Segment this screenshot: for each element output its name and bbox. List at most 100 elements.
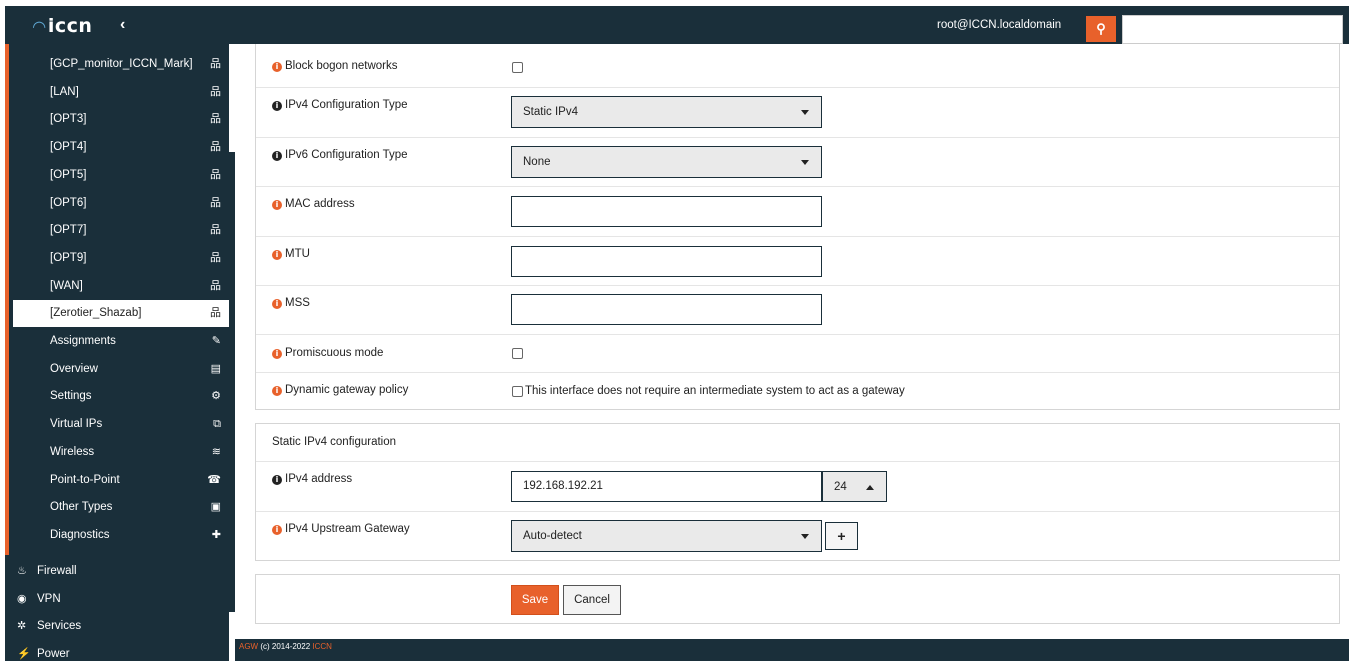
mss-row: i MSS	[256, 285, 1339, 334]
sidebar-item[interactable]: Settings ⚙	[13, 383, 229, 410]
sidebar-item[interactable]: Wireless ≋	[13, 439, 229, 466]
ipv4-address-label: i IPv4 address	[272, 473, 352, 485]
sidebar-item[interactable]: [OPT3] 品	[13, 106, 229, 133]
network-icon: 品	[210, 279, 221, 292]
sidebar-item[interactable]: [LAN] 品	[13, 79, 229, 106]
ipv4-prefix-select[interactable]: 24	[822, 471, 887, 502]
globe-icon: ◉	[17, 592, 27, 605]
general-config-panel: i Block bogon networks i IPv4 Configuratio…	[255, 44, 1340, 410]
sidebar: [GCP_monitor_ICCN_Mark] 品 [LAN] 品 [OPT3] 品 [OP…	[5, 44, 229, 661]
sidebar-item-label: [OPT7]	[50, 224, 87, 237]
info-icon[interactable]: i	[272, 250, 282, 260]
sidebar-item[interactable]: Point-to-Point ☎	[13, 467, 229, 494]
sidebar-item-label: [LAN]	[50, 85, 79, 98]
ipv4-type-select[interactable]: Static IPv4	[511, 96, 822, 128]
caret-down-icon	[801, 160, 809, 165]
caret-down-icon	[801, 534, 809, 539]
chevron-left-icon[interactable]: ‹	[120, 16, 125, 34]
sidebar-item[interactable]: [Zerotier_Shazab] 品	[13, 300, 229, 328]
sidebar-item-label: Settings	[50, 390, 92, 403]
caret-down-icon	[801, 110, 809, 115]
info-icon[interactable]: i	[272, 200, 282, 210]
sidebar-item[interactable]: Assignments ✎	[13, 328, 229, 355]
info-icon[interactable]: i	[272, 151, 282, 161]
ipv4-address-input[interactable]: 192.168.192.21	[511, 471, 822, 502]
static-ipv4-panel: Static IPv4 configuration i IPv4 address …	[255, 423, 1340, 561]
sidebar-item[interactable]: [OPT6] 品	[13, 190, 229, 217]
sidebar-item-label: [OPT5]	[50, 168, 87, 181]
search-icon[interactable]: ⚲	[1086, 16, 1116, 42]
user-menu[interactable]: root@ICCN.localdomain	[937, 19, 1061, 31]
dynamic-gateway-label: i Dynamic gateway policy	[272, 384, 408, 396]
sidebar-item-label: [OPT6]	[50, 196, 87, 209]
sidebar-item[interactable]: Diagnostics ✚	[13, 522, 229, 549]
sidebar-item[interactable]: [OPT4] 品	[13, 134, 229, 161]
sidebar-section-label: VPN	[37, 592, 61, 605]
sidebar-item-label: Wireless	[50, 445, 95, 458]
mss-input[interactable]	[511, 294, 822, 325]
sidebar-section[interactable]: ✲ Services	[5, 613, 229, 640]
sidebar-item[interactable]: Virtual IPs ⧉	[13, 411, 229, 438]
ipv4-gateway-select[interactable]: Auto-detect	[511, 520, 822, 552]
info-icon[interactable]: i	[272, 299, 282, 309]
info-icon[interactable]: i	[272, 101, 282, 111]
sidebar-section[interactable]: ◉ VPN	[5, 586, 229, 613]
sidebar-item-label: Diagnostics	[50, 528, 110, 541]
info-icon[interactable]: i	[272, 525, 282, 535]
block-bogon-checkbox[interactable]	[512, 62, 523, 73]
top-bar: ◠ iccn ‹ root@ICCN.localdomain ⚲	[5, 6, 1349, 44]
footer-brand[interactable]: AGW	[239, 642, 258, 651]
footer: AGW (c) 2014-2022 ICCN	[235, 639, 1349, 661]
sidebar-item-label: Assignments	[50, 335, 116, 347]
sidebar-item[interactable]: [OPT5] 品	[13, 162, 229, 189]
ipv6-type-label: i IPv6 Configuration Type	[272, 149, 408, 161]
mac-input[interactable]	[511, 196, 822, 227]
ipv4-gateway-label: i IPv4 Upstream Gateway	[272, 523, 410, 535]
logo-icon: ◠	[33, 17, 46, 36]
logo[interactable]: ◠ iccn	[33, 15, 92, 37]
sidebar-item-label: Overview	[50, 362, 98, 375]
sidebar-active-section-marker	[5, 44, 9, 555]
info-icon[interactable]: i	[272, 475, 282, 485]
info-icon[interactable]: i	[272, 349, 282, 359]
sidebar-section-label: Firewall	[37, 565, 77, 577]
sidebar-scrollbar-thumb[interactable]	[229, 152, 235, 612]
dynamic-gateway-checkbox-text[interactable]: This interface does not require an inter…	[525, 385, 905, 397]
sidebar-item[interactable]: Overview ▤	[13, 356, 229, 383]
promiscuous-checkbox[interactable]	[512, 348, 523, 359]
dynamic-gateway-row: i Dynamic gateway policy This interface d…	[256, 372, 1339, 409]
network-icon: 品	[210, 141, 221, 154]
search-input[interactable]	[1122, 15, 1343, 44]
ipv4-type-row: i IPv4 Configuration Type Static IPv4	[256, 87, 1339, 137]
mtu-row: i MTU	[256, 236, 1339, 285]
dynamic-gateway-checkbox[interactable]	[512, 386, 523, 397]
sidebar-item[interactable]: [OPT9] 品	[13, 245, 229, 272]
network-icon: 品	[210, 113, 221, 126]
sidebar-item-label: [OPT9]	[50, 251, 87, 264]
archive-icon: ▣	[210, 501, 221, 514]
info-icon[interactable]: i	[272, 386, 282, 396]
network-icon: 品	[210, 85, 221, 98]
info-icon[interactable]: i	[272, 62, 282, 72]
medkit-icon: ✚	[211, 528, 221, 541]
promiscuous-row: i Promiscuous mode	[256, 334, 1339, 372]
mac-row: i MAC address	[256, 186, 1339, 236]
sidebar-item[interactable]: [GCP_monitor_ICCN_Mark] 品	[13, 51, 229, 78]
list-icon: ▤	[210, 362, 221, 375]
save-button[interactable]: Save	[511, 585, 559, 615]
ipv6-type-select[interactable]: None	[511, 146, 822, 178]
sidebar-section[interactable]: ♨ Firewall	[5, 558, 229, 585]
sidebar-section[interactable]: ⚡ Power	[5, 641, 229, 661]
sidebar-item[interactable]: [OPT7] 品	[13, 217, 229, 244]
mtu-input[interactable]	[511, 246, 822, 277]
network-icon: 品	[210, 307, 221, 320]
sidebar-item-label: Point-to-Point	[50, 473, 120, 486]
cancel-button[interactable]: Cancel	[563, 585, 621, 615]
phone-icon: ☎	[207, 473, 221, 486]
footer-company[interactable]: ICCN	[312, 642, 332, 651]
add-gateway-button[interactable]: +	[825, 522, 858, 550]
fire-icon: ♨	[17, 565, 27, 577]
sidebar-item[interactable]: [WAN] 品	[13, 273, 229, 300]
sidebar-item[interactable]: Other Types ▣	[13, 494, 229, 521]
logo-text: iccn	[47, 15, 93, 37]
